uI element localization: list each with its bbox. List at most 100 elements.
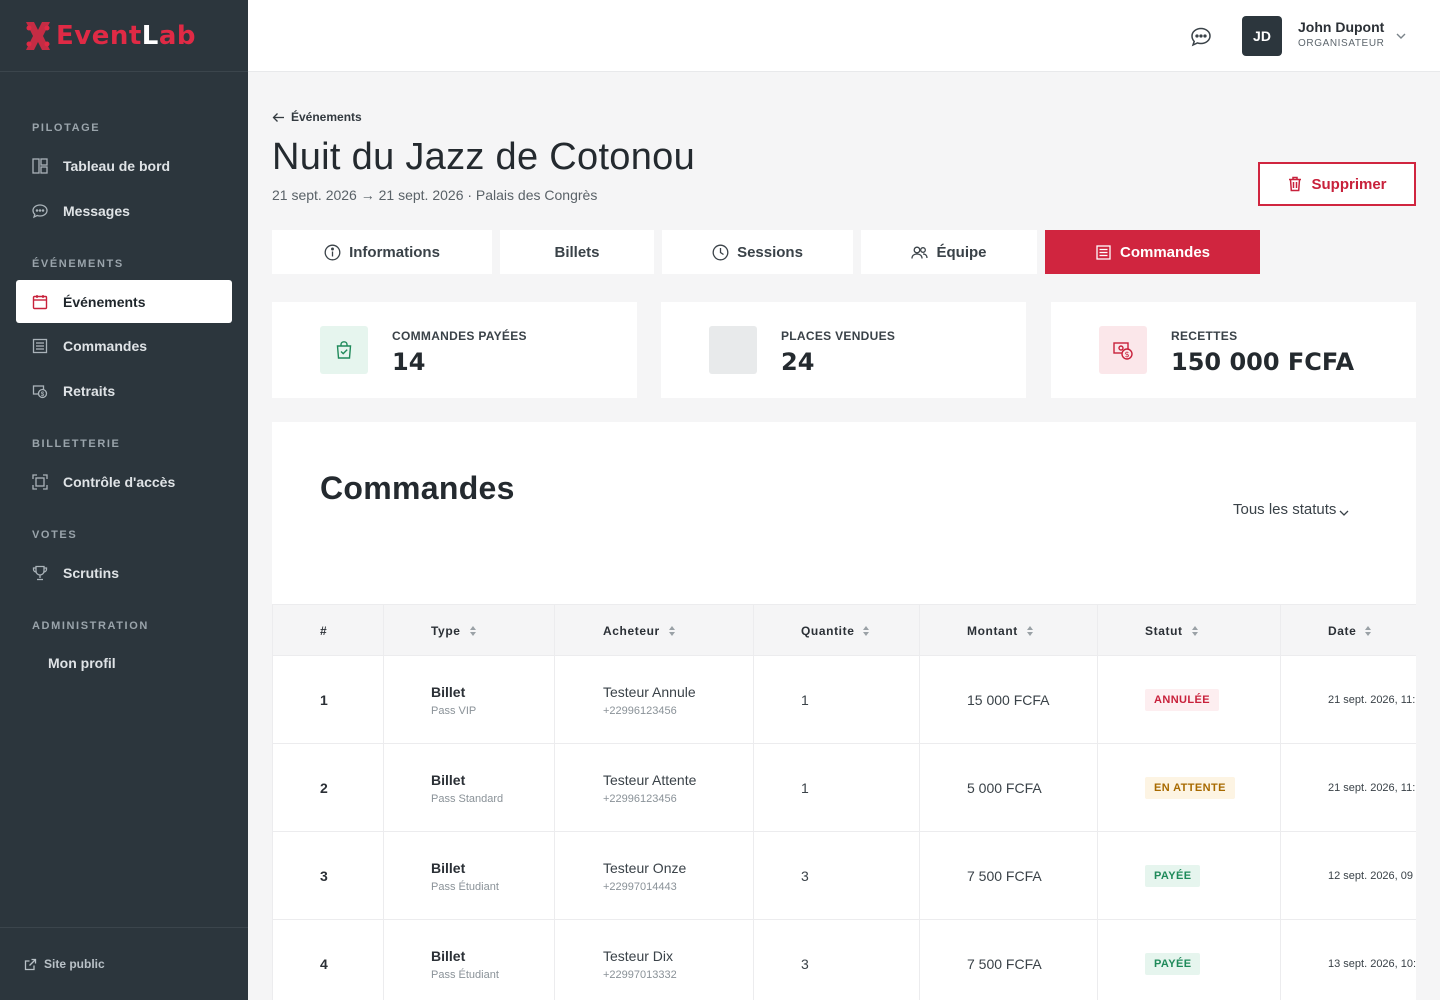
withdraw-icon: $ <box>32 383 48 399</box>
scan-icon <box>32 473 48 490</box>
clock-icon <box>712 244 729 261</box>
tab-label: Équipe <box>936 243 987 261</box>
column-header-type[interactable]: Type <box>431 605 477 657</box>
column-header-date[interactable]: Date <box>1328 605 1372 657</box>
tab-equipe[interactable]: Équipe <box>861 230 1037 274</box>
table-row[interactable]: 1 Billet Pass VIP Testeur Annule +22996123… <box>272 656 1416 744</box>
sidebar-item-evenements[interactable]: Événements <box>16 280 232 323</box>
sidebar-item-scrutins[interactable]: Scrutins <box>16 551 232 594</box>
brand-logo[interactable]: EventLab <box>0 0 248 72</box>
stat-value: 24 <box>781 348 815 376</box>
dashboard-icon <box>32 157 48 174</box>
order-date: 21 sept. 2026, 11: <box>1328 782 1416 794</box>
messages-icon[interactable] <box>1190 26 1212 48</box>
order-number: 3 <box>320 868 328 884</box>
table-row[interactable]: 3 Billet Pass Étudiant Testeur Onze +22997… <box>272 832 1416 920</box>
info-icon <box>324 244 341 261</box>
order-date: 12 sept. 2026, 09 <box>1328 870 1414 882</box>
orders-panel: Commandes Tous les statuts # Type Achete… <box>272 422 1416 1000</box>
tab-label: Informations <box>349 243 440 261</box>
column-header-acheteur[interactable]: Acheteur <box>603 605 676 657</box>
stat-card-places-vendues: PLACES VENDUES 24 <box>661 302 1026 398</box>
back-link-label: Événements <box>291 110 362 124</box>
event-subtitle: 21 sept. 2026 → 21 sept. 2026 · Palais d… <box>272 187 598 203</box>
status-badge: EN ATTENTE <box>1145 777 1235 799</box>
delete-button[interactable]: Supprimer <box>1258 162 1416 206</box>
sidebar-item-messages[interactable]: Messages <box>16 189 232 232</box>
table-header: # Type Acheteur Quantite Montant Statut … <box>272 604 1416 656</box>
orders-title: Commandes <box>320 470 515 506</box>
order-type: Billet <box>431 683 466 700</box>
nav-section-votes: VOTES <box>32 529 78 541</box>
order-quantity: 3 <box>801 868 809 884</box>
money-icon: $ <box>1099 326 1147 374</box>
orders-icon <box>32 338 48 354</box>
status-filter-select[interactable]: Tous les statuts <box>1233 500 1350 518</box>
buyer-phone: +22996123456 <box>603 704 677 717</box>
stat-value: 150 000 FCFA <box>1171 348 1355 376</box>
chevron-down-icon <box>1338 506 1350 518</box>
order-type: Billet <box>431 947 466 964</box>
order-ticket-type: Pass Standard <box>431 792 504 805</box>
nav-section-administration: ADMINISTRATION <box>32 620 149 632</box>
tab-commandes[interactable]: Commandes <box>1045 230 1260 274</box>
stat-label: PLACES VENDUES <box>781 329 896 343</box>
sort-icon <box>1026 625 1034 637</box>
seats-icon <box>709 326 757 374</box>
sidebar-item-controle-acces[interactable]: Contrôle d'accès <box>16 460 232 503</box>
status-badge: PAYÉE <box>1145 953 1201 975</box>
order-amount: 7 500 FCFA <box>967 956 1042 972</box>
sidebar-item-retraits[interactable]: $ Retraits <box>16 369 232 412</box>
buyer-name: Testeur Attente <box>603 771 697 788</box>
sort-icon <box>862 625 870 637</box>
brand-name: EventLab <box>56 20 197 51</box>
sidebar-item-mon-profil[interactable]: Mon profil <box>16 641 232 684</box>
svg-text:$: $ <box>1124 350 1129 359</box>
calendar-icon <box>32 294 48 310</box>
sidebar-item-commandes[interactable]: Commandes <box>16 324 232 367</box>
sidebar-item-dashboard[interactable]: Tableau de bord <box>16 144 232 187</box>
order-date: 21 sept. 2026, 11: <box>1328 694 1416 706</box>
table-row[interactable]: 2 Billet Pass Standard Testeur Attente +22… <box>272 744 1416 832</box>
nav-section-evenements: ÉVÉNEMENTS <box>32 258 124 270</box>
stat-card-commandes-payees: COMMANDES PAYÉES 14 <box>272 302 637 398</box>
site-public-link[interactable]: Site public <box>0 927 248 1000</box>
table-row[interactable]: 4 Billet Pass Étudiant Testeur Dix +229970… <box>272 920 1416 1000</box>
sidebar-item-label: Scrutins <box>63 564 120 581</box>
chat-icon <box>32 203 48 219</box>
page-title: Nuit du Jazz de Cotonou <box>272 136 696 178</box>
sort-icon <box>1364 625 1372 637</box>
back-link[interactable]: Événements <box>272 110 362 124</box>
nav-section-pilotage: PILOTAGE <box>32 122 101 134</box>
list-icon <box>1095 244 1112 261</box>
tab-billets[interactable]: Billets <box>500 230 654 274</box>
topbar: JD John Dupont ORGANISATEUR <box>248 0 1440 72</box>
order-amount: 15 000 FCFA <box>967 692 1050 708</box>
buyer-phone: +22997013332 <box>603 968 677 981</box>
shopping-bag-icon <box>320 326 368 374</box>
tab-label: Commandes <box>1119 243 1211 261</box>
column-header-statut[interactable]: Statut <box>1145 605 1199 657</box>
order-number: 4 <box>320 956 328 972</box>
sidebar-item-label: Retraits <box>63 382 116 399</box>
nav-section-billetterie: BILLETTERIE <box>32 438 121 450</box>
sort-icon <box>469 625 477 637</box>
column-header-montant[interactable]: Montant <box>967 605 1034 657</box>
external-link-icon <box>24 958 37 971</box>
buyer-phone: +22996123456 <box>603 792 677 805</box>
column-header-quantite[interactable]: Quantite <box>801 605 870 657</box>
status-filter-value: Tous les statuts <box>1233 500 1337 518</box>
user-name[interactable]: John Dupont <box>1298 19 1384 35</box>
trash-icon <box>1287 176 1303 192</box>
tab-sessions[interactable]: Sessions <box>662 230 853 274</box>
buyer-phone: +22997014443 <box>603 880 677 893</box>
order-quantity: 1 <box>801 692 809 708</box>
site-public-label: Site public <box>44 957 105 971</box>
tab-informations[interactable]: Informations <box>272 230 492 274</box>
buyer-name: Testeur Dix <box>603 947 674 964</box>
chevron-down-icon[interactable] <box>1394 29 1408 43</box>
order-number: 1 <box>320 692 328 708</box>
sidebar-item-label: Commandes <box>63 337 148 354</box>
stat-label: RECETTES <box>1171 329 1238 343</box>
avatar[interactable]: JD <box>1242 16 1282 56</box>
